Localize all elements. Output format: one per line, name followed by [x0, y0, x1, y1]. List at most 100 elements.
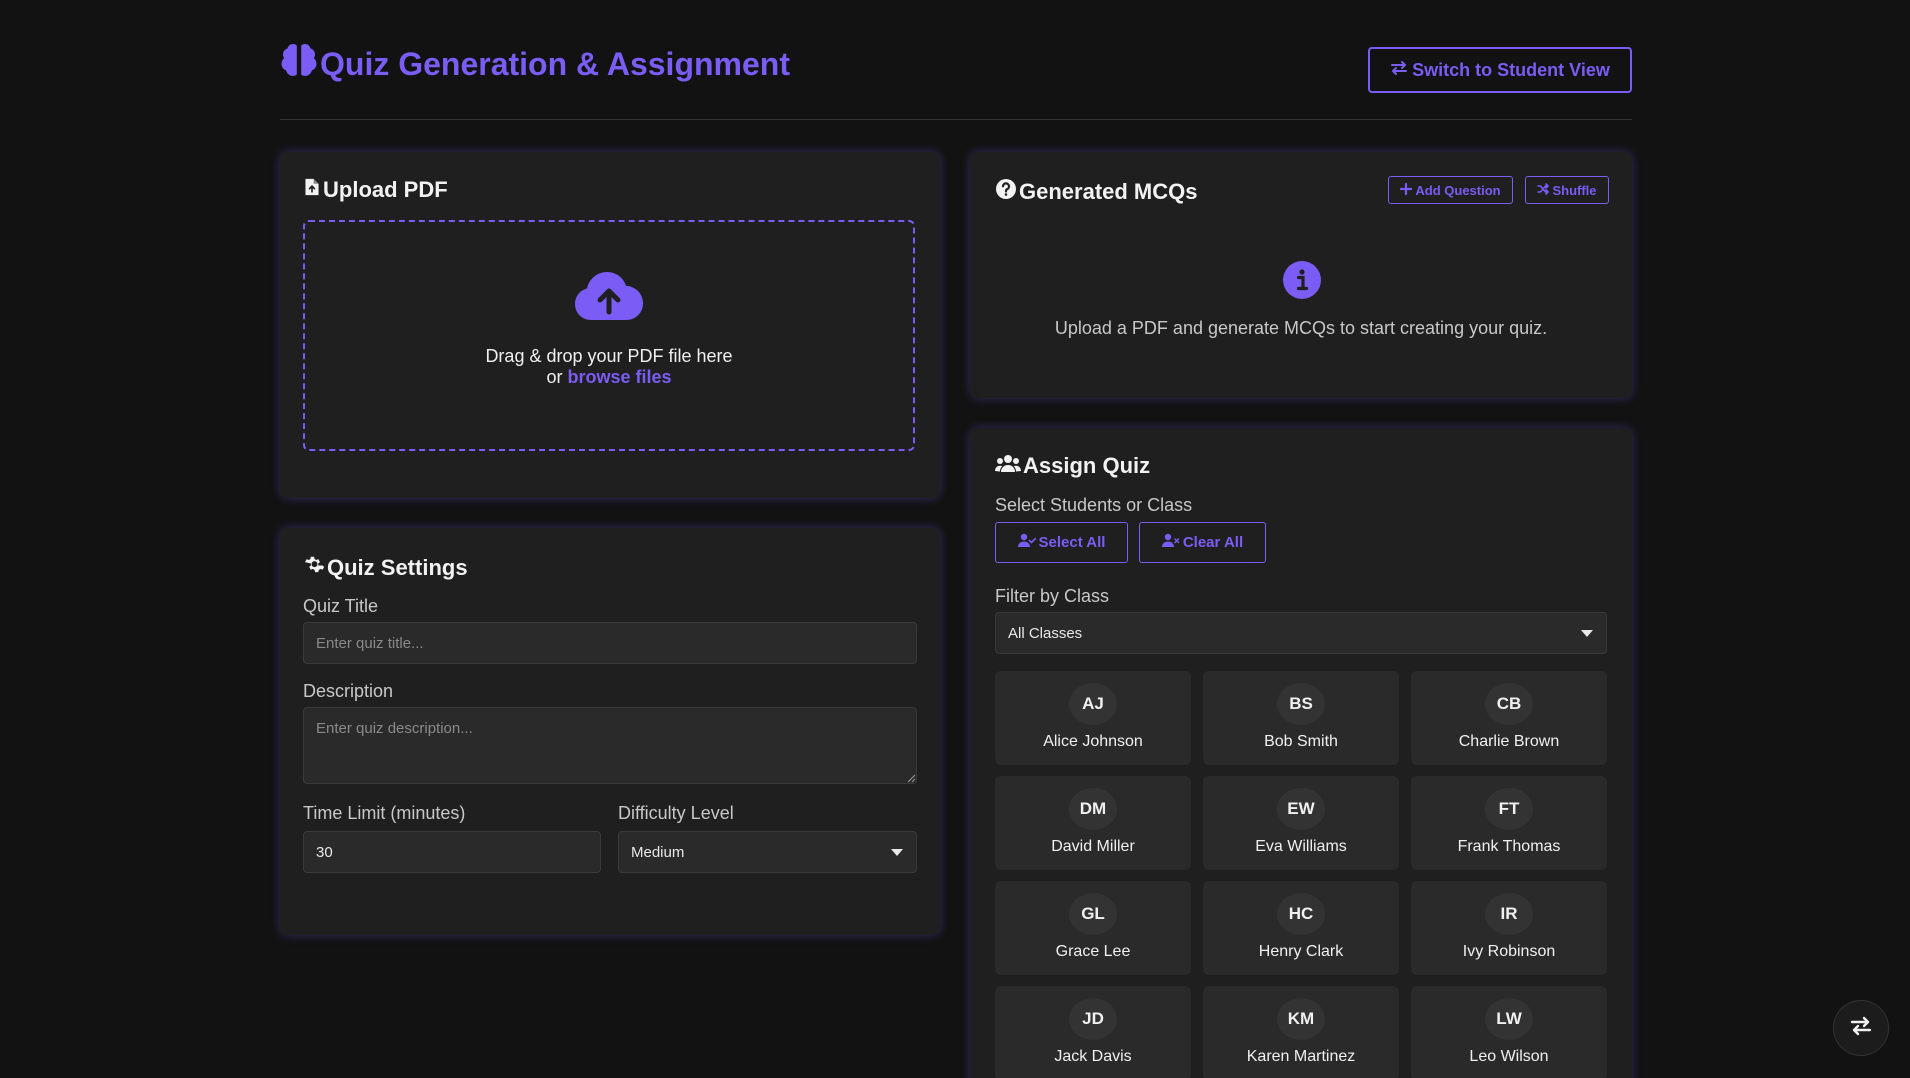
student-card[interactable]: JD Jack Davis — [995, 986, 1191, 1078]
brain-icon — [280, 42, 318, 86]
caret-down-icon — [1581, 630, 1593, 637]
student-name: Grace Lee — [1055, 943, 1131, 960]
browse-line: or browse files — [305, 367, 913, 388]
description-textarea[interactable] — [303, 707, 917, 784]
info-icon — [1282, 260, 1322, 300]
upload-pdf-heading: Upload PDF — [303, 176, 448, 204]
filter-by-class-label: Filter by Class — [995, 586, 1110, 606]
student-name: Jack Davis — [1054, 1048, 1132, 1065]
student-card[interactable]: KM Karen Martinez — [1203, 986, 1399, 1078]
student-card[interactable]: AJ Alice Johnson — [995, 671, 1191, 765]
student-card[interactable]: DM David Miller — [995, 776, 1191, 870]
users-icon — [995, 452, 1021, 480]
student-name: Henry Clark — [1258, 943, 1344, 960]
switch-view-label: Switch to Student View — [1412, 59, 1610, 80]
student-name: Frank Thomas — [1457, 838, 1561, 855]
student-name: Bob Smith — [1264, 733, 1338, 750]
avatar: HC — [1277, 893, 1325, 935]
user-xmark-icon — [1161, 533, 1180, 552]
class-filter-value: All Classes — [1008, 624, 1083, 642]
student-name: Karen Martinez — [1246, 1048, 1356, 1065]
shuffle-button[interactable]: Shuffle — [1525, 176, 1609, 204]
quiz-settings-title: Quiz Settings — [327, 555, 468, 580]
avatar: JD — [1069, 998, 1117, 1040]
avatar: IR — [1485, 893, 1533, 935]
select-all-label: Select All — [1038, 534, 1106, 551]
student-card[interactable]: GL Grace Lee — [995, 881, 1191, 975]
caret-down-icon — [891, 849, 903, 856]
assign-quiz-title: Assign Quiz — [1023, 453, 1151, 478]
quiz-settings-heading: Quiz Settings — [303, 554, 468, 582]
cloud-upload-icon — [573, 270, 645, 322]
floating-switch-view-button[interactable] — [1833, 1000, 1889, 1056]
difficulty-value: Medium — [631, 843, 685, 861]
mcq-empty-message: Upload a PDF and generate MCQs to start … — [1054, 318, 1548, 338]
generated-mcqs-heading: Generated MCQs — [995, 178, 1198, 206]
quiz-title-input[interactable] — [303, 622, 917, 664]
student-name: Ivy Robinson — [1462, 943, 1556, 960]
avatar: GL — [1069, 893, 1117, 935]
clear-all-button[interactable]: Clear All — [1139, 522, 1266, 563]
student-card[interactable]: HC Henry Clark — [1203, 881, 1399, 975]
avatar: CB — [1485, 683, 1533, 725]
time-limit-input[interactable] — [303, 831, 601, 873]
student-card[interactable]: FT Frank Thomas — [1411, 776, 1607, 870]
drop-instructions: Drag & drop your PDF file here or browse… — [305, 346, 913, 388]
avatar: DM — [1069, 788, 1117, 830]
student-name: Leo Wilson — [1469, 1048, 1549, 1065]
swap-icon — [1390, 60, 1408, 81]
pdf-drop-zone[interactable]: Drag & drop your PDF file here or browse… — [303, 220, 915, 451]
page-title-text: Quiz Generation & Assignment — [320, 45, 790, 82]
generated-mcqs-title: Generated MCQs — [1019, 179, 1198, 204]
student-name: Eva Williams — [1255, 838, 1347, 855]
clear-all-label: Clear All — [1182, 534, 1244, 551]
page-title: Quiz Generation & Assignment — [280, 42, 790, 86]
select-students-label: Select Students or Class — [995, 495, 1193, 515]
student-name: Charlie Brown — [1458, 733, 1560, 750]
student-card[interactable]: LW Leo Wilson — [1411, 986, 1607, 1078]
avatar: EW — [1277, 788, 1325, 830]
file-upload-icon — [303, 176, 321, 204]
swap-icon — [1850, 1016, 1872, 1041]
user-check-icon — [1017, 533, 1036, 552]
browse-files-link[interactable]: browse files — [567, 367, 671, 387]
generated-mcqs-panel: Generated MCQs Add Question Shuffle Uplo… — [970, 152, 1632, 398]
student-card[interactable]: CB Charlie Brown — [1411, 671, 1607, 765]
upload-pdf-title: Upload PDF — [323, 177, 448, 202]
question-circle-icon — [995, 178, 1017, 206]
avatar: FT — [1485, 788, 1533, 830]
select-all-button[interactable]: Select All — [995, 522, 1128, 563]
student-card[interactable]: BS Bob Smith — [1203, 671, 1399, 765]
header: Quiz Generation & Assignment Switch to S… — [280, 36, 1632, 120]
difficulty-label: Difficulty Level — [618, 803, 734, 823]
avatar: KM — [1277, 998, 1325, 1040]
avatar: LW — [1485, 998, 1533, 1040]
drop-text: Drag & drop your PDF file here — [485, 346, 733, 366]
or-text: or — [546, 367, 563, 387]
assign-quiz-panel: Assign Quiz Select Students or Class Sel… — [970, 428, 1632, 1078]
assign-quiz-heading: Assign Quiz — [995, 452, 1150, 480]
avatar: BS — [1277, 683, 1325, 725]
student-card[interactable]: IR Ivy Robinson — [1411, 881, 1607, 975]
avatar: AJ — [1069, 683, 1117, 725]
plus-icon — [1400, 182, 1413, 198]
student-grid: AJ Alice Johnson BS Bob Smith CB Charlie Brow… — [995, 671, 1607, 1078]
page: Quiz Generation & Assignment Switch to S… — [0, 0, 1910, 1078]
shuffle-label: Shuffle — [1552, 182, 1597, 198]
class-filter-select[interactable]: All Classes — [995, 612, 1607, 654]
add-question-button[interactable]: Add Question — [1388, 176, 1513, 204]
difficulty-select[interactable]: Medium — [618, 831, 917, 873]
shuffle-icon — [1537, 182, 1550, 198]
time-limit-label: Time Limit (minutes) — [303, 803, 466, 823]
quiz-settings-panel: Quiz Settings Quiz Title Description Tim… — [280, 528, 940, 935]
student-name: David Miller — [1051, 838, 1135, 855]
upload-pdf-panel: Upload PDF Drag & drop your PDF file her… — [280, 152, 940, 498]
resize-grip-icon[interactable] — [906, 773, 916, 783]
gear-icon — [303, 554, 325, 582]
student-name: Alice Johnson — [1043, 733, 1143, 750]
description-label: Description — [303, 681, 394, 701]
switch-to-student-view-button[interactable]: Switch to Student View — [1368, 47, 1632, 93]
quiz-title-label: Quiz Title — [303, 596, 379, 616]
student-card[interactable]: EW Eva Williams — [1203, 776, 1399, 870]
add-question-label: Add Question — [1415, 182, 1501, 198]
